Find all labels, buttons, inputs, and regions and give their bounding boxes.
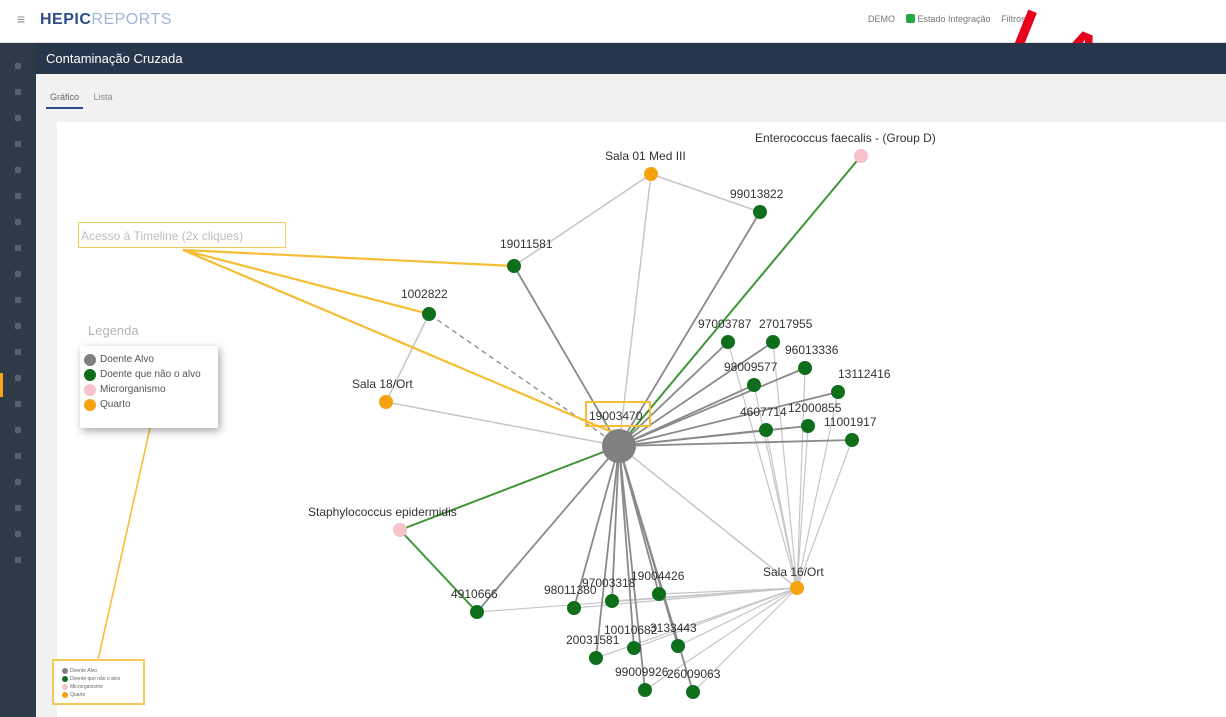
legend-dot-target <box>84 353 96 366</box>
patient-node-label: 13112416 <box>838 367 891 381</box>
target-node-label: 19003470 <box>589 409 643 423</box>
legend-label: Doente que não o alvo <box>100 369 201 380</box>
legend-dot-room <box>84 398 96 411</box>
patient-node-label: 98009577 <box>724 360 778 374</box>
patient-node[interactable] <box>753 205 767 219</box>
patient-node[interactable] <box>801 419 815 433</box>
patient-node[interactable] <box>470 605 484 619</box>
mini-dot-room <box>62 692 68 698</box>
legend-label: Quarto <box>100 399 131 410</box>
patient-node[interactable] <box>721 335 735 349</box>
patient-node-label: 3133443 <box>650 621 697 635</box>
organism-node[interactable] <box>393 523 407 537</box>
graph-edge <box>772 341 798 589</box>
mini-legend-label: Doente Alvo <box>70 668 97 674</box>
patient-node-label: 4607714 <box>740 405 787 419</box>
patient-node[interactable] <box>589 651 603 665</box>
legend-title: Legenda <box>88 323 139 338</box>
mini-dot-target <box>62 668 68 674</box>
patient-node-label: 19011581 <box>500 237 553 251</box>
legend-label: Doente Alvo <box>100 354 154 365</box>
graph-edge <box>618 341 774 447</box>
legend-dot-patient <box>84 368 96 381</box>
patient-node[interactable] <box>627 641 641 655</box>
patient-node-label: 26009063 <box>667 667 721 681</box>
patient-node[interactable] <box>652 587 666 601</box>
patient-node[interactable] <box>507 259 521 273</box>
room-node[interactable] <box>790 581 804 595</box>
mini-legend-item: Microrganismo <box>62 683 143 691</box>
patient-node-label: 1002822 <box>401 287 448 301</box>
legend-item: Microrganismo <box>84 382 218 397</box>
graph-edge <box>618 341 729 447</box>
legend-pointer-line <box>97 427 151 661</box>
mini-legend: Doente Alvo Doente que não o alvo Micror… <box>52 659 145 705</box>
patient-node[interactable] <box>747 378 761 392</box>
patient-node[interactable] <box>686 685 700 699</box>
patient-node-label: 96013336 <box>785 343 839 357</box>
patient-node[interactable] <box>638 683 652 697</box>
patient-node-label: 97003318 <box>582 576 636 590</box>
legend-item: Doente Alvo <box>84 352 218 367</box>
room-node[interactable] <box>644 167 658 181</box>
graph-edge <box>385 401 620 447</box>
patient-node[interactable] <box>567 601 581 615</box>
graph-edge <box>727 341 798 589</box>
patient-node-label: 4910666 <box>451 587 498 601</box>
organism-node-label: Enterococcus faecalis - (Group D) <box>755 131 936 145</box>
target-node[interactable] <box>602 429 636 463</box>
patient-node[interactable] <box>422 307 436 321</box>
graph-edge <box>618 173 652 447</box>
graph-edge <box>513 173 652 267</box>
room-node-label: Sala 18/Ort <box>352 377 413 391</box>
patient-node-label: 97003787 <box>698 317 752 331</box>
legend-dot-organism <box>84 383 96 396</box>
mini-legend-label: Doente que não o alvo <box>70 676 121 682</box>
patient-node[interactable] <box>671 639 685 653</box>
patient-node-label: 12000855 <box>788 401 842 415</box>
patient-node-label: 99009926 <box>615 665 669 679</box>
mini-legend-label: Microrganismo <box>70 684 103 690</box>
graph-edge <box>611 587 798 602</box>
mini-legend-item: Doente que não o alvo <box>62 675 143 683</box>
room-node-label: Sala 16/Ort <box>763 565 824 579</box>
patient-node[interactable] <box>831 385 845 399</box>
patient-node-label: 11001917 <box>824 415 877 429</box>
patient-node-label: 19004426 <box>631 569 685 583</box>
room-node-label: Sala 01 Med III <box>605 149 686 163</box>
patient-node[interactable] <box>766 335 780 349</box>
mini-legend-item: Doente Alvo <box>62 667 143 675</box>
patient-node[interactable] <box>759 423 773 437</box>
room-node[interactable] <box>379 395 393 409</box>
patient-node-label: 27017955 <box>759 317 813 331</box>
legend-item: Doente que não o alvo <box>84 367 218 382</box>
mini-legend-label: Quarto <box>70 692 86 698</box>
patient-node[interactable] <box>798 361 812 375</box>
organism-node[interactable] <box>854 149 868 163</box>
mini-dot-organism <box>62 684 68 690</box>
patient-node[interactable] <box>845 433 859 447</box>
legend-label: Microrganismo <box>100 384 166 395</box>
organism-node-label: Staphylococcus epidermidis <box>308 505 457 519</box>
legend: Doente Alvo Doente que não o alvo Micror… <box>80 346 218 428</box>
timeline-annotation-text: Acesso à Timeline (2x cliques) <box>81 229 244 243</box>
legend-item: Quarto <box>84 397 218 412</box>
mini-legend-item: Quarto <box>62 691 143 699</box>
patient-node[interactable] <box>605 594 619 608</box>
mini-dot-patient <box>62 676 68 682</box>
patient-node-label: 99013822 <box>730 187 784 201</box>
